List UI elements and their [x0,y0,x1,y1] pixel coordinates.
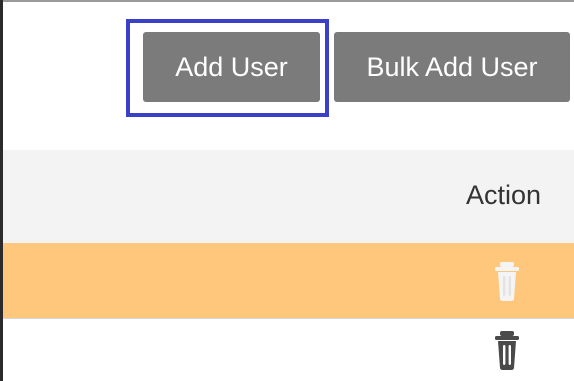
trash-icon[interactable] [490,329,524,371]
table-row [3,319,574,381]
toolbar: Add User Bulk Add User [3,0,574,130]
user-management-panel: Add User Bulk Add User Action [0,0,574,381]
add-user-button[interactable]: Add User [143,32,320,102]
column-header-action: Action [465,180,541,210]
trash-icon[interactable] [490,260,524,302]
table-row [3,243,574,319]
table-header-row: Action [3,150,574,243]
bulk-add-user-button[interactable]: Bulk Add User [334,32,570,102]
